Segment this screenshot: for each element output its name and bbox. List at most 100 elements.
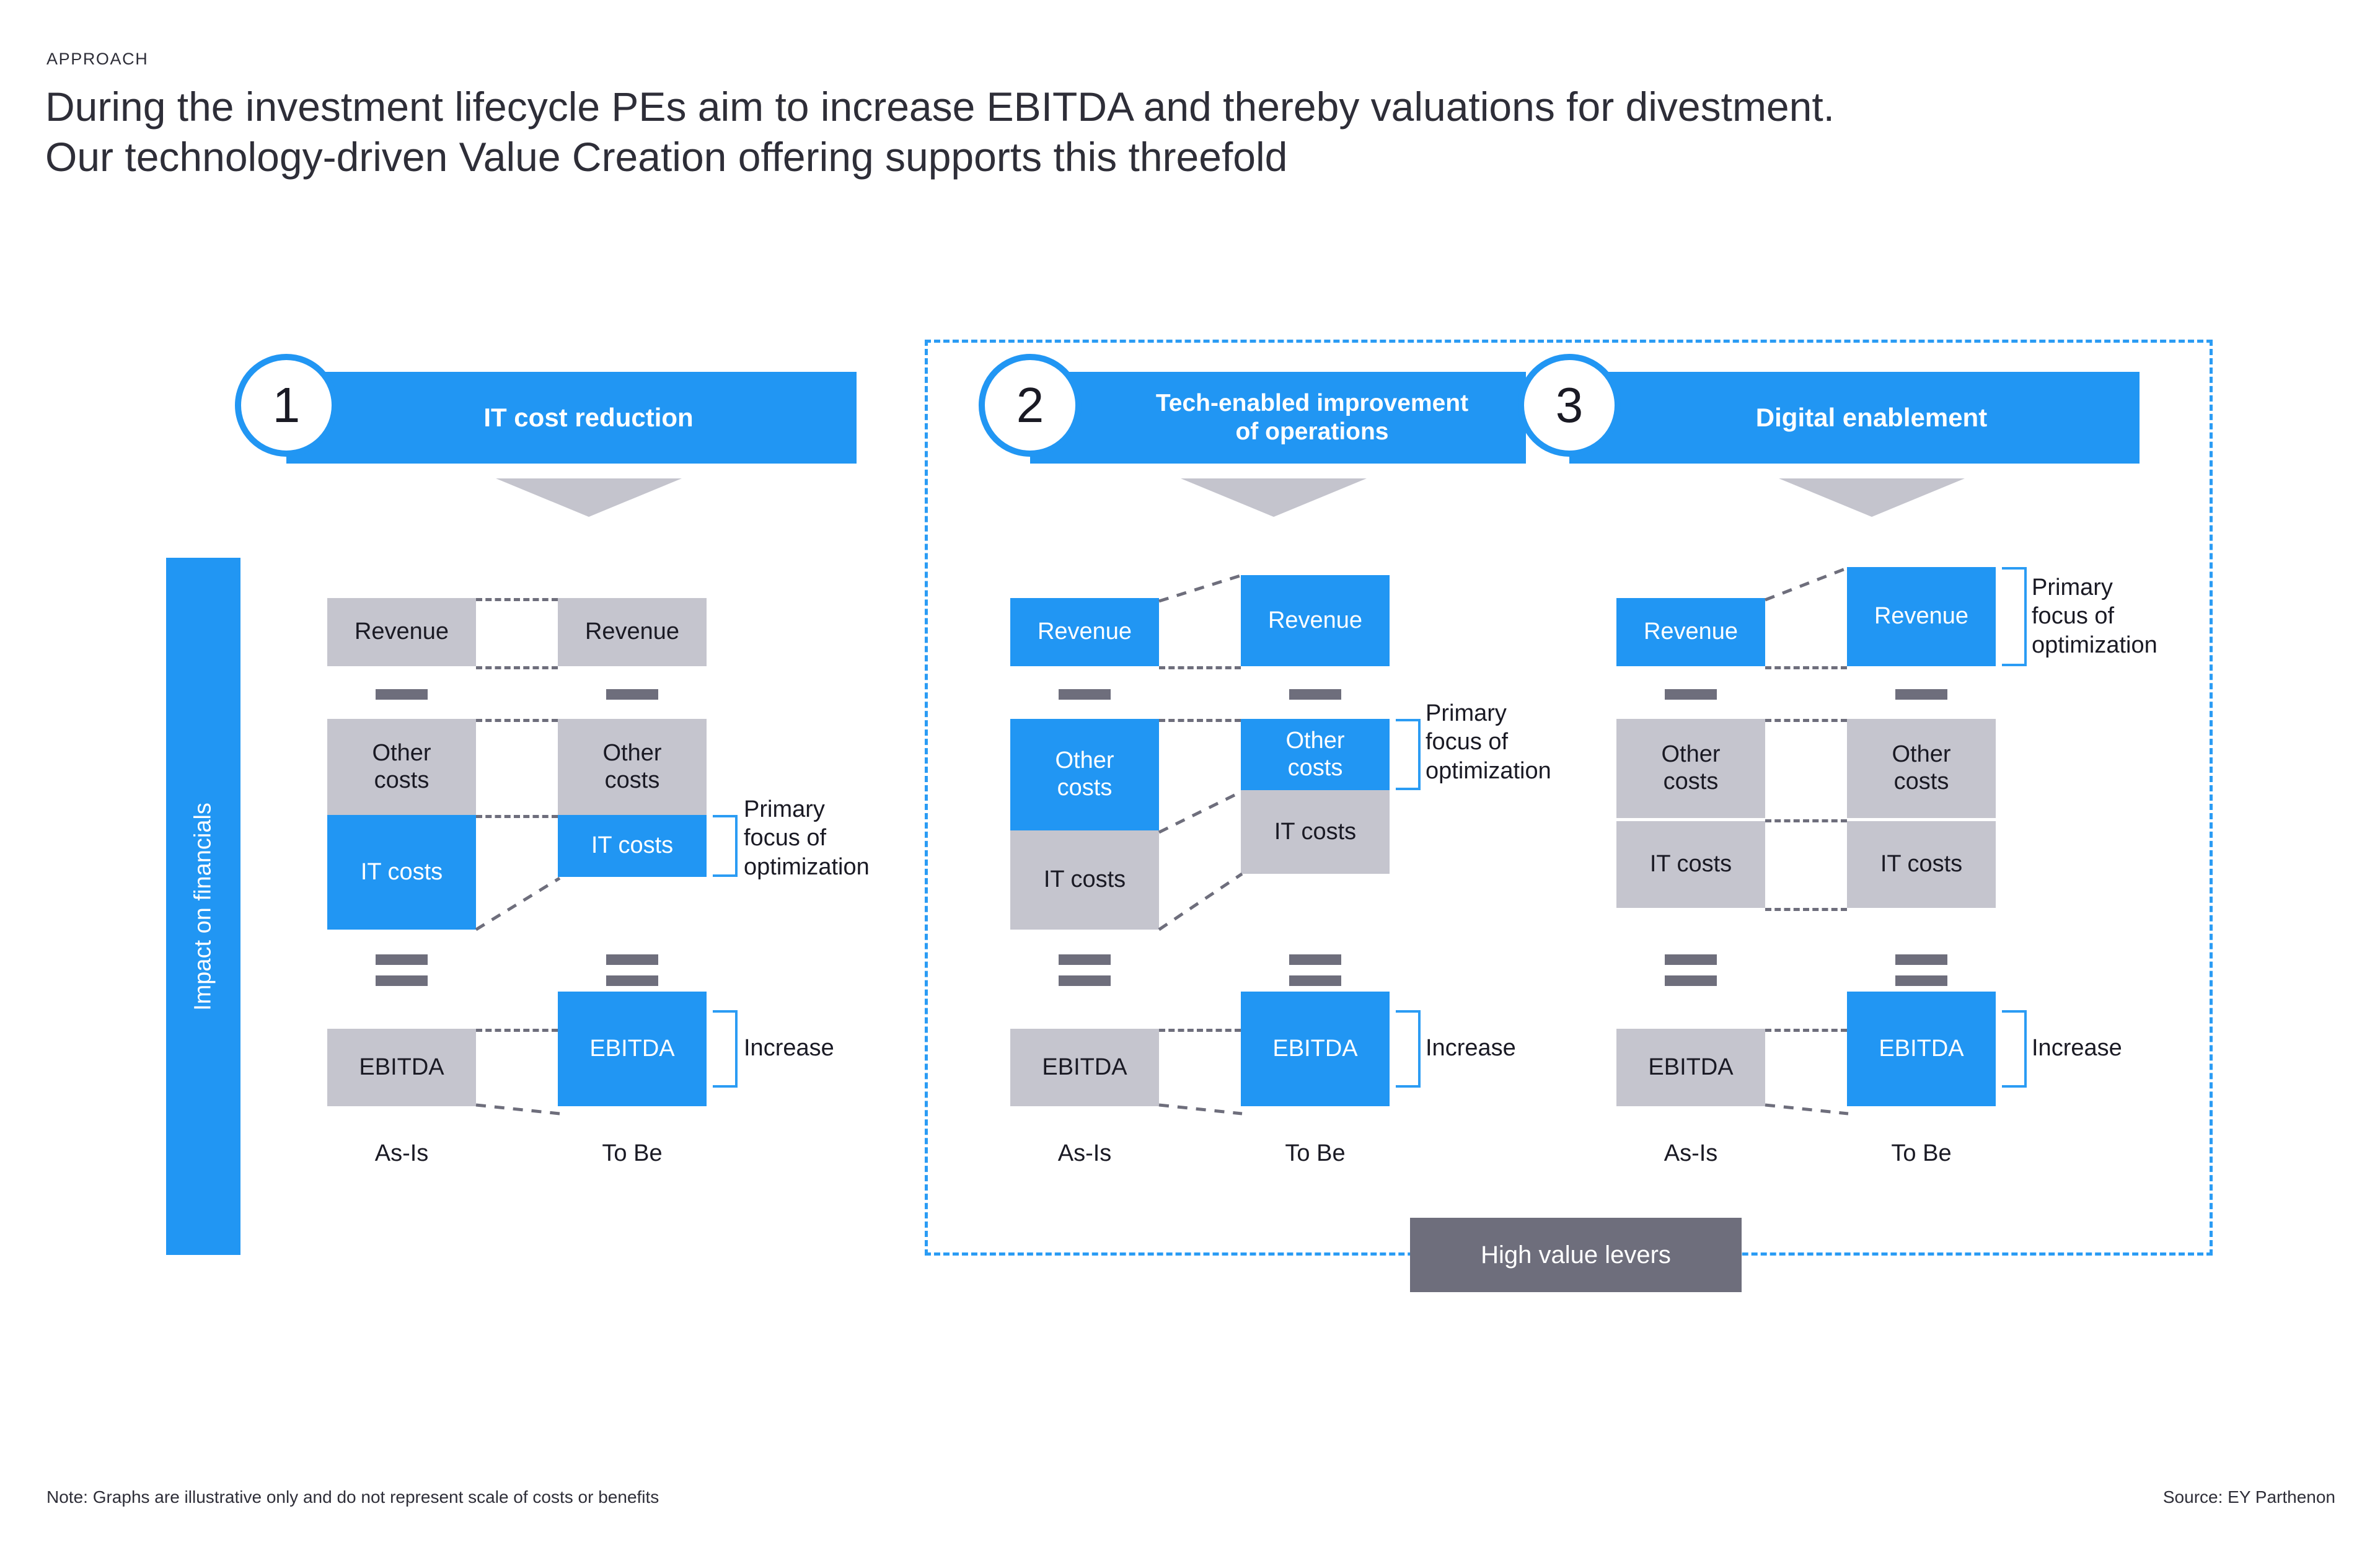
equals-dash-icon [1895, 975, 1947, 986]
equals-dash-icon [606, 954, 658, 965]
connector-c3-revenue-diagonal [1765, 566, 1849, 602]
headline-line-1: During the investment lifecycle PEs aim … [45, 84, 1835, 130]
minus-operator-c1-tobe [606, 689, 658, 700]
minus-operator-c3-asis [1665, 689, 1717, 700]
equals-dash-icon [376, 975, 428, 986]
bracket-c3-increase [2002, 1010, 2027, 1088]
bar-c1-asis-othercosts: Other costs [327, 719, 476, 815]
connector-c1-othercosts-bottom [476, 815, 558, 818]
equals-dash-icon [1289, 954, 1341, 965]
annotation-c3-primary-focus: Primary focus of optimization [2032, 574, 2157, 658]
bar-c2-asis-revenue: Revenue [1010, 598, 1159, 666]
chevron-down-icon-1 [496, 478, 682, 517]
bar-c2-asis-ebitda: EBITDA [1010, 1029, 1159, 1106]
bar-c3-tobe-ebitda: EBITDA [1847, 992, 1996, 1106]
connector-c3-othercosts-top [1765, 719, 1847, 722]
impact-on-financials-label: Impact on financials [190, 802, 216, 1011]
equals-operator-c2-asis [1059, 954, 1111, 986]
minus-dash-icon [1059, 689, 1111, 700]
connector-c1-othercosts-top [476, 719, 558, 722]
connector-c3-revenue-bottom [1765, 666, 1847, 669]
eyebrow-label: APPROACH [46, 50, 149, 68]
equals-dash-icon [1289, 975, 1341, 986]
bracket-c3-focus [2002, 567, 2027, 666]
footer-note: Note: Graphs are illustrative only and d… [46, 1487, 659, 1507]
bar-c2-tobe-revenue: Revenue [1241, 575, 1390, 666]
equals-operator-c1-tobe [606, 954, 658, 986]
bar-c2-tobe-ebitda: EBITDA [1241, 992, 1390, 1106]
equals-dash-icon [1059, 954, 1111, 965]
axis-label-c3-asis: As-Is [1664, 1140, 1718, 1166]
column-title-1: IT cost reduction [286, 372, 857, 464]
equals-dash-icon [1665, 975, 1717, 986]
minus-operator-c2-tobe [1289, 689, 1341, 700]
connector-c1-revenue-bottom [476, 666, 558, 669]
column-title-3: Digital enablement [1569, 372, 2140, 464]
column-number-badge-3: 3 [1518, 354, 1621, 457]
bracket-c2-increase [1396, 1010, 1421, 1088]
minus-dash-icon [1895, 689, 1947, 700]
annotation-c2-primary-focus: Primary focus of optimization [1426, 700, 1551, 784]
axis-label-c1-tobe: To Be [602, 1140, 663, 1166]
minus-operator-c2-asis [1059, 689, 1111, 700]
footer-source: Source: EY Parthenon [2162, 1487, 2335, 1507]
connector-c2-othercosts-top [1159, 719, 1241, 722]
connector-c2-ebitda-diagonal [1158, 1103, 1243, 1116]
minus-dash-icon [1289, 689, 1341, 700]
minus-operator-c3-tobe [1895, 689, 1947, 700]
bar-c2-tobe-itcosts: IT costs [1241, 790, 1390, 874]
bar-c3-asis-othercosts: Other costs [1616, 719, 1765, 818]
high-value-levers-badge: High value levers [1410, 1218, 1742, 1292]
column-number-badge-2: 2 [979, 354, 1082, 457]
bracket-c1-increase [713, 1010, 738, 1088]
connector-c3-othercosts-bottom [1765, 819, 1847, 822]
axis-label-c2-asis: As-Is [1057, 1140, 1112, 1166]
bar-c3-tobe-itcosts: IT costs [1847, 821, 1996, 908]
axis-label-c1-asis: As-Is [374, 1140, 429, 1166]
impact-on-financials-bar: Impact on financials [166, 558, 240, 1255]
bar-c1-asis-itcosts: IT costs [327, 815, 476, 930]
column-title-2: Tech-enabled improvement of operations [1030, 372, 1526, 464]
bracket-c1-focus [713, 815, 738, 877]
bar-label: Other costs [1661, 741, 1721, 794]
annotation-c2-increase: Increase [1426, 1035, 1516, 1061]
equals-operator-c1-asis [376, 954, 428, 986]
bar-c3-asis-revenue: Revenue [1616, 598, 1765, 666]
equals-operator-c2-tobe [1289, 954, 1341, 986]
axis-label-c3-tobe: To Be [1891, 1140, 1952, 1166]
connector-c2-revenue-bottom [1159, 666, 1241, 669]
bar-c2-asis-itcosts: IT costs [1010, 830, 1159, 930]
bar-c1-asis-ebitda: EBITDA [327, 1029, 476, 1106]
axis-label-c2-tobe: To Be [1285, 1140, 1346, 1166]
annotation-c1-increase: Increase [744, 1035, 834, 1061]
slide-canvas: APPROACH During the investment lifecycle… [0, 0, 2380, 1558]
minus-dash-icon [1665, 689, 1717, 700]
column-header-3[interactable]: Digital enablement 3 [1518, 354, 2140, 464]
connector-c1-ebitda-diagonal [475, 1103, 560, 1116]
column-header-2[interactable]: Tech-enabled improvement of operations 2 [979, 354, 1526, 464]
minus-operator-c1-asis [376, 689, 428, 700]
connector-c1-itcosts-diagonal [475, 876, 561, 931]
chevron-down-icon-3 [1779, 478, 1965, 517]
connector-c2-itcosts-diagonal [1158, 872, 1243, 931]
equals-operator-c3-tobe [1895, 954, 1947, 986]
equals-dash-icon [376, 954, 428, 965]
bar-c3-asis-itcosts: IT costs [1616, 821, 1765, 908]
bar-label: Other costs [1055, 747, 1114, 801]
bar-c3-asis-ebitda: EBITDA [1616, 1029, 1765, 1106]
page-title: During the investment lifecycle PEs aim … [45, 82, 2215, 182]
bar-c2-tobe-othercosts: Other costs [1241, 719, 1390, 790]
column-header-1[interactable]: IT cost reduction 1 [235, 354, 857, 464]
annotation-c1-primary-focus: Primary focus of optimization [744, 796, 870, 880]
connector-c1-ebitda-top [476, 1029, 558, 1032]
bracket-c2-focus [1396, 719, 1421, 790]
equals-dash-icon [1895, 954, 1947, 965]
connector-c2-othercosts-diagonal [1158, 790, 1243, 834]
equals-operator-c3-asis [1665, 954, 1717, 986]
bar-c3-tobe-revenue: Revenue [1847, 567, 1996, 666]
bar-c1-tobe-othercosts: Other costs [558, 719, 707, 815]
connector-c2-ebitda-top [1159, 1029, 1241, 1032]
connector-c1-revenue-top [476, 598, 558, 601]
equals-dash-icon [1059, 975, 1111, 986]
bar-c1-tobe-ebitda: EBITDA [558, 992, 707, 1106]
